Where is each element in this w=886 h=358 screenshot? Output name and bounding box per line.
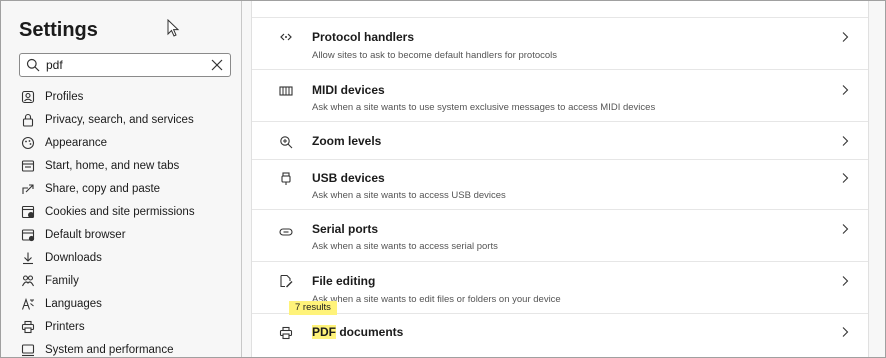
mouse-cursor-icon xyxy=(167,19,180,37)
settings-window: Settings Profiles Privacy, search, and s xyxy=(0,0,886,358)
sidebar-item-appearance[interactable]: Appearance xyxy=(19,131,237,154)
zoom-icon xyxy=(279,135,293,149)
printer-icon xyxy=(21,320,35,334)
sidebar-item-label: Printers xyxy=(45,320,85,333)
row-title: USB devices xyxy=(312,171,385,185)
file-edit-icon xyxy=(279,274,293,288)
midi-icon xyxy=(279,84,293,98)
row-description: Ask when a site wants to edit files or f… xyxy=(312,294,561,305)
zoom-levels-row[interactable]: Zoom levels xyxy=(252,121,868,160)
sidebar-item-profiles[interactable]: Profiles xyxy=(19,85,237,108)
row-title: PDF documents xyxy=(312,325,403,339)
row-title: Zoom levels xyxy=(312,134,382,148)
chevron-right-icon xyxy=(842,173,849,183)
sidebar-item-system[interactable]: System and performance xyxy=(19,338,237,357)
sidebar-item-label: Profiles xyxy=(45,90,84,103)
results-count-tooltip: 7 results xyxy=(289,301,337,315)
sidebar-item-default-browser[interactable]: Default browser xyxy=(19,223,237,246)
sidebar-item-label: System and performance xyxy=(45,343,174,356)
row-title: Protocol handlers xyxy=(312,30,415,44)
sidebar-item-label: Default browser xyxy=(45,228,126,241)
download-icon xyxy=(21,251,35,265)
chevron-right-icon xyxy=(842,327,849,337)
chevron-right-icon xyxy=(842,224,849,234)
sidebar-item-start-home[interactable]: Start, home, and new tabs xyxy=(19,154,237,177)
row-description: Ask when a site wants to use system excl… xyxy=(312,102,656,113)
sidebar-item-label: Downloads xyxy=(45,251,102,264)
appearance-icon xyxy=(21,136,35,150)
settings-content: Protocol handlers Allow sites to ask to … xyxy=(251,1,869,357)
sidebar-item-share[interactable]: Share, copy and paste xyxy=(19,177,237,200)
pdf-documents-row[interactable]: PDF documents xyxy=(252,313,868,357)
row-description: Allow sites to ask to become default han… xyxy=(312,50,558,61)
row-title: MIDI devices xyxy=(312,83,385,97)
page-title: Settings xyxy=(19,19,98,41)
cookies-icon xyxy=(21,205,35,219)
chevron-right-icon xyxy=(842,85,849,95)
profile-icon xyxy=(21,90,35,104)
lock-icon xyxy=(21,113,35,127)
chevron-right-icon xyxy=(842,136,849,146)
sidebar-nav: Profiles Privacy, search, and services A… xyxy=(19,85,237,357)
share-icon xyxy=(21,182,35,196)
protocol-handlers-row[interactable]: Protocol handlers Allow sites to ask to … xyxy=(252,17,868,70)
serial-icon xyxy=(279,225,293,239)
search-icon xyxy=(26,58,40,72)
sidebar-item-label: Privacy, search, and services xyxy=(45,113,194,126)
sidebar-item-label: Languages xyxy=(45,297,102,310)
usb-icon xyxy=(279,172,293,186)
search-box xyxy=(19,53,231,77)
row-description: Ask when a site wants to access USB devi… xyxy=(312,190,506,201)
row-title: Serial ports xyxy=(312,222,379,236)
protocol-icon xyxy=(279,30,293,44)
pdf-icon xyxy=(279,326,293,340)
browser-icon xyxy=(21,228,35,242)
midi-devices-row[interactable]: MIDI devices Ask when a site wants to us… xyxy=(252,69,868,122)
close-icon[interactable] xyxy=(210,58,224,72)
family-icon xyxy=(21,274,35,288)
row-description: Ask when a site wants to access serial p… xyxy=(312,241,498,252)
chevron-right-icon xyxy=(842,32,849,42)
sidebar-item-label: Appearance xyxy=(45,136,108,149)
sidebar-item-label: Share, copy and paste xyxy=(45,182,161,195)
sidebar-item-privacy[interactable]: Privacy, search, and services xyxy=(19,108,237,131)
sidebar-item-family[interactable]: Family xyxy=(19,269,237,292)
sidebar: Settings Profiles Privacy, search, and s xyxy=(11,1,239,357)
sidebar-item-downloads[interactable]: Downloads xyxy=(19,246,237,269)
sidebar-item-label: Start, home, and new tabs xyxy=(45,159,180,172)
languages-icon xyxy=(21,297,35,311)
search-highlight: PDF xyxy=(312,325,336,339)
serial-ports-row[interactable]: Serial ports Ask when a site wants to ac… xyxy=(252,209,868,262)
usb-devices-row[interactable]: USB devices Ask when a site wants to acc… xyxy=(252,159,868,210)
system-icon xyxy=(21,343,35,357)
file-editing-row[interactable]: File editing Ask when a site wants to ed… xyxy=(252,261,868,314)
sidebar-divider xyxy=(241,1,242,357)
row-title: File editing xyxy=(312,274,376,288)
sidebar-item-languages[interactable]: Languages xyxy=(19,292,237,315)
sidebar-item-cookies[interactable]: Cookies and site permissions xyxy=(19,200,237,223)
sidebar-item-printers[interactable]: Printers xyxy=(19,315,237,338)
chevron-right-icon xyxy=(842,276,849,286)
row-title-rest: documents xyxy=(336,325,404,339)
search-input[interactable] xyxy=(46,56,196,74)
sidebar-item-label: Cookies and site permissions xyxy=(45,205,195,218)
home-tabs-icon xyxy=(21,159,35,173)
sidebar-item-label: Family xyxy=(45,274,79,287)
